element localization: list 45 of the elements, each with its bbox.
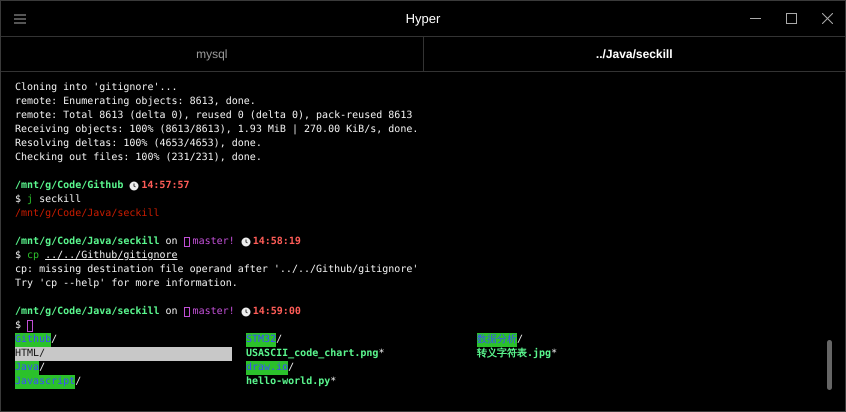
command-output: /mnt/g/Code/Java/seckill: [15, 207, 160, 221]
terminal-text: on: [166, 235, 178, 249]
terminal-text: Try 'cp --help' for more information.: [15, 277, 238, 291]
window-title: Hyper: [406, 11, 440, 26]
listing-entry: hello-world.py*: [246, 375, 338, 389]
terminal-text: remote: Enumerating objects: 8613, done.: [15, 95, 256, 109]
terminal-text: Receiving objects: 100% (8613/8613), 1.93 MiB | 270.00 KiB/s, done.: [15, 123, 418, 137]
listing-entry: Javascript/: [15, 375, 82, 389]
prompt-path: /mnt/g/Code/Github: [15, 179, 124, 193]
terminal-text: on: [166, 305, 178, 319]
clock-icon: [129, 181, 140, 191]
listing-entry: STM32/: [246, 333, 284, 347]
clock-icon: [240, 237, 251, 247]
terminal-text: Checking out files: 100% (231/231), done.: [15, 151, 262, 165]
listing-entry: USASCII_code_chart.png*: [246, 347, 386, 361]
prompt-time: 14:58:19: [252, 235, 301, 249]
command-argument: ../../Github/gitignore: [45, 249, 178, 263]
terminal-text: Cloning into 'gitignore'...: [15, 81, 178, 95]
close-icon[interactable]: [822, 13, 832, 24]
listing-entry: 转义字符表.jpg*: [477, 347, 558, 361]
terminal-text: cp: missing destination file operand after '../../Github/gitignore': [15, 263, 418, 277]
prompt-path: /mnt/g/Code/Java/seckill: [15, 305, 160, 319]
terminal-text: seckill: [39, 193, 82, 207]
git-branch: master!: [192, 235, 235, 249]
text-cursor: [27, 320, 34, 332]
listing-entry: Github/: [15, 333, 58, 347]
listing-entry: Java/: [15, 361, 46, 375]
terminal-text: $: [15, 193, 22, 207]
menu-icon[interactable]: [14, 14, 26, 24]
terminal-text: $: [15, 249, 22, 263]
terminal-text: remote: Total 8613 (delta 0), reused 0 (delta 0), pack-reused 8613: [15, 109, 412, 123]
prompt-path: /mnt/g/Code/Java/seckill: [15, 235, 160, 249]
maximize-icon[interactable]: [786, 13, 796, 24]
clock-icon: [240, 307, 251, 317]
listing-entry: 数据分析/: [477, 333, 524, 347]
command-name: j: [27, 193, 34, 207]
selected-listing-entry: HTML/: [15, 347, 232, 361]
terminal-text: Resolving deltas: 100% (4653/4653), done.: [15, 137, 262, 151]
prompt-time: 14:59:00: [252, 305, 301, 319]
prompt-time: 14:57:57: [141, 179, 190, 193]
listing-entry: draw.io/: [246, 361, 296, 375]
scrollbar[interactable]: [827, 340, 832, 390]
git-branch: master!: [192, 305, 235, 319]
command-name: cp: [27, 249, 40, 263]
terminal-text: $: [15, 319, 22, 333]
